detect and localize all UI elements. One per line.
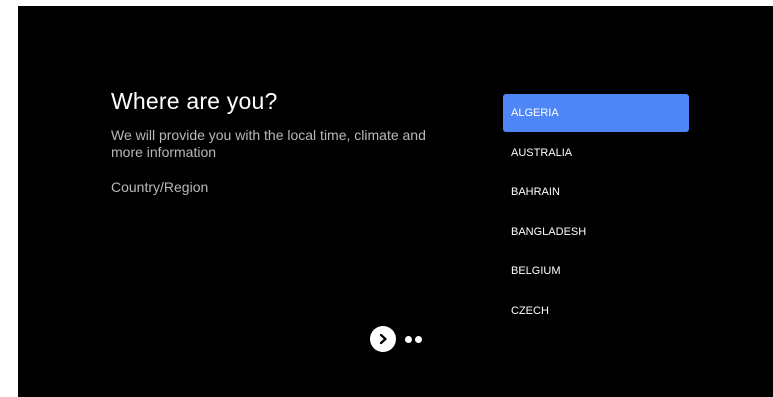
country-item-australia[interactable]: AUSTRALIA <box>503 134 689 172</box>
country-item-bangladesh[interactable]: BANGLADESH <box>503 213 689 251</box>
step-navigation <box>370 326 422 352</box>
chevron-right-icon <box>379 333 387 345</box>
page-description: We will provide you with the local time,… <box>111 127 426 160</box>
country-item-algeria[interactable]: ALGERIA <box>503 94 689 132</box>
country-item-belgium[interactable]: BELGIUM <box>503 252 689 290</box>
country-list: ALGERIA AUSTRALIA BAHRAIN BANGLADESH BEL… <box>503 94 689 332</box>
setup-screen: Where are you? We will provide you with … <box>18 6 773 397</box>
country-item-czech[interactable]: CZECH <box>503 292 689 330</box>
country-region-label: Country/Region <box>111 179 209 195</box>
page-title: Where are you? <box>111 88 278 114</box>
page-dot <box>405 335 412 343</box>
country-item-bahrain[interactable]: BAHRAIN <box>503 173 689 211</box>
next-button[interactable] <box>370 326 396 352</box>
page-dot <box>415 335 422 343</box>
